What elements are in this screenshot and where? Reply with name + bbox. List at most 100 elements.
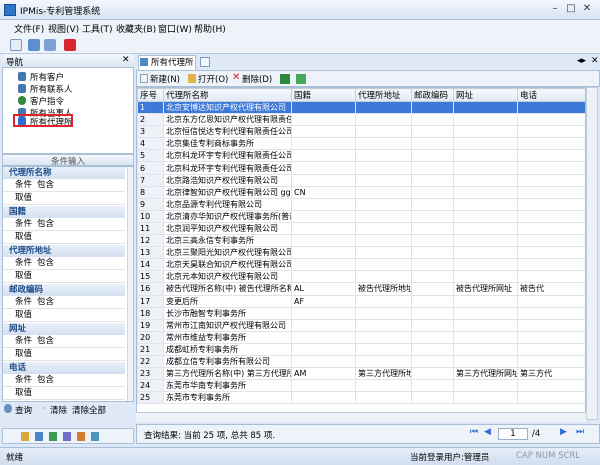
table-cell[interactable] bbox=[292, 114, 356, 126]
table-cell[interactable] bbox=[292, 247, 356, 259]
condition-value-row[interactable]: 取值 bbox=[3, 309, 125, 322]
table-cell[interactable] bbox=[292, 355, 356, 367]
table-cell[interactable] bbox=[292, 150, 356, 162]
condition-group-header[interactable]: 电话 bbox=[3, 362, 125, 374]
table-cell[interactable] bbox=[356, 150, 412, 162]
row-number-cell[interactable]: 12 bbox=[138, 235, 164, 247]
condition-value-row[interactable]: 取值 bbox=[3, 348, 125, 361]
row-number-cell[interactable]: 6 bbox=[138, 162, 164, 174]
row-number-cell[interactable]: 9 bbox=[138, 198, 164, 210]
row-number-cell[interactable]: 23 bbox=[138, 368, 164, 380]
print-icon[interactable] bbox=[44, 39, 56, 51]
table-row[interactable]: 3北京恒信悦达专利代理有限责任公司 bbox=[138, 126, 587, 138]
table-cell[interactable]: CN bbox=[292, 186, 356, 198]
table-row[interactable]: 15北京元本知识产权代理有限公司 bbox=[138, 271, 587, 283]
table-cell[interactable]: 北京科龙环宇专利代理有限责任公司 bbox=[164, 162, 292, 174]
column-header[interactable]: 代理所名称 bbox=[164, 89, 292, 102]
table-cell[interactable] bbox=[518, 259, 587, 271]
nav-item-customers[interactable]: 所有客户 bbox=[30, 71, 64, 83]
menu-favorites[interactable]: 收藏夹(B) bbox=[116, 22, 156, 35]
table-cell[interactable] bbox=[454, 319, 518, 331]
table-cell[interactable]: AL bbox=[292, 283, 356, 295]
table-cell[interactable] bbox=[356, 295, 412, 307]
table-cell[interactable] bbox=[356, 319, 412, 331]
table-cell[interactable]: 成都立信专利事务所有限公司 bbox=[164, 355, 292, 367]
column-header[interactable]: 代理所地址 bbox=[356, 89, 412, 102]
prev-page-button[interactable]: ◀ bbox=[484, 427, 491, 437]
last-page-button[interactable]: ⏭ bbox=[576, 427, 584, 437]
row-number-cell[interactable]: 11 bbox=[138, 222, 164, 234]
table-cell[interactable] bbox=[518, 247, 587, 259]
table-cell[interactable] bbox=[518, 355, 587, 367]
table-cell[interactable]: 北京集佳专利商标事务所 bbox=[164, 138, 292, 150]
table-cell[interactable] bbox=[356, 259, 412, 271]
table-cell[interactable] bbox=[518, 186, 587, 198]
table-cell[interactable] bbox=[356, 392, 412, 404]
condition-operator-select[interactable]: 包含 bbox=[37, 335, 54, 348]
maximize-button[interactable]: □ bbox=[564, 3, 578, 15]
table-cell[interactable] bbox=[454, 186, 518, 198]
pin-icon[interactable]: ✕ bbox=[122, 55, 130, 65]
condition-operator-row[interactable]: 条件包含 bbox=[3, 179, 125, 192]
table-cell[interactable] bbox=[356, 271, 412, 283]
row-number-cell[interactable]: 15 bbox=[138, 271, 164, 283]
table-cell[interactable]: AF bbox=[292, 295, 356, 307]
table-cell[interactable] bbox=[454, 222, 518, 234]
table-cell[interactable] bbox=[356, 102, 412, 114]
table-cell[interactable]: 北京恒信悦达专利代理有限责任公司 bbox=[164, 126, 292, 138]
table-cell[interactable] bbox=[292, 198, 356, 210]
search-icon[interactable] bbox=[10, 39, 22, 51]
condition-scrollbar[interactable] bbox=[127, 167, 134, 402]
table-cell[interactable] bbox=[412, 319, 454, 331]
table-cell[interactable] bbox=[518, 295, 587, 307]
condition-group-header[interactable]: 代理所名称 bbox=[3, 167, 125, 179]
row-number-cell[interactable]: 18 bbox=[138, 307, 164, 319]
row-number-cell[interactable]: 2 bbox=[138, 114, 164, 126]
table-cell[interactable] bbox=[518, 319, 587, 331]
grid-vertical-scrollbar[interactable] bbox=[586, 87, 598, 420]
table-row[interactable]: 13北京三聚阳光知识产权代理有限公司 bbox=[138, 247, 587, 259]
first-page-button[interactable]: ⏮ bbox=[470, 427, 478, 437]
table-cell[interactable]: 第三方代理所地址(中) 第三 bbox=[356, 368, 412, 380]
new-button[interactable]: 新建(N) bbox=[150, 73, 180, 85]
table-cell[interactable] bbox=[356, 343, 412, 355]
table-row[interactable]: 10北京清亦华知识产权代理事务所(普通 bbox=[138, 210, 587, 222]
next-page-button[interactable]: ▶ bbox=[560, 427, 567, 437]
menu-window[interactable]: 窗口(W) bbox=[158, 22, 192, 35]
table-cell[interactable] bbox=[412, 343, 454, 355]
condition-operator-row[interactable]: 条件包含 bbox=[3, 335, 125, 348]
table-row[interactable]: 9北京品源专利代理有限公司 bbox=[138, 198, 587, 210]
table-cell[interactable] bbox=[518, 222, 587, 234]
journal-icon[interactable] bbox=[77, 432, 85, 441]
table-cell[interactable] bbox=[454, 247, 518, 259]
table-cell[interactable] bbox=[412, 271, 454, 283]
settings-icon[interactable] bbox=[91, 432, 99, 441]
table-cell[interactable] bbox=[412, 247, 454, 259]
menu-tools[interactable]: 工具(T) bbox=[82, 22, 113, 35]
table-cell[interactable] bbox=[518, 102, 587, 114]
row-number-cell[interactable]: 25 bbox=[138, 392, 164, 404]
table-cell[interactable] bbox=[412, 331, 454, 343]
table-cell[interactable] bbox=[292, 222, 356, 234]
menu-file[interactable]: 文件(F) bbox=[14, 22, 44, 35]
table-cell[interactable] bbox=[454, 235, 518, 247]
condition-value-row[interactable]: 取值 bbox=[3, 192, 125, 205]
table-row[interactable]: 16被告代理所名称(中) 被告代理所名称AL被告代理所地址(中) 被告被告代理所… bbox=[138, 283, 587, 295]
table-cell[interactable] bbox=[356, 247, 412, 259]
table-cell[interactable] bbox=[412, 102, 454, 114]
table-row[interactable]: 5北京科龙环宇专利代理有限责任公司 bbox=[138, 150, 587, 162]
condition-operator-select[interactable]: 包含 bbox=[37, 218, 54, 231]
table-row[interactable]: 7北京路浩知识产权代理有限公司 bbox=[138, 174, 587, 186]
nav-item-instructions[interactable]: 客户指令 bbox=[30, 95, 64, 107]
table-row[interactable]: 12北京三高永信专利事务所 bbox=[138, 235, 587, 247]
table-row[interactable]: 23第三方代理所名称(中) 第三方代理所AM第三方代理所地址(中) 第三第三方代… bbox=[138, 368, 587, 380]
table-cell[interactable]: 北京润平知识产权代理有限公司 bbox=[164, 222, 292, 234]
new-tab-icon[interactable] bbox=[200, 57, 210, 67]
table-cell[interactable] bbox=[454, 126, 518, 138]
table-cell[interactable]: 第三方代理所网址 bbox=[454, 368, 518, 380]
page-number-input[interactable]: 1 bbox=[498, 428, 528, 440]
condition-group-header[interactable]: 国籍 bbox=[3, 206, 125, 218]
menu-help[interactable]: 帮助(H) bbox=[194, 22, 226, 35]
table-cell[interactable] bbox=[292, 259, 356, 271]
table-cell[interactable] bbox=[356, 331, 412, 343]
